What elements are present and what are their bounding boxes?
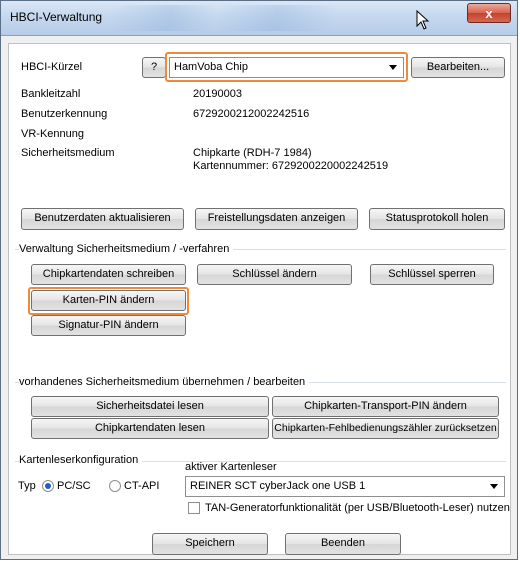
help-button[interactable]: ? bbox=[142, 57, 166, 78]
blz-value: 20190003 bbox=[193, 88, 242, 100]
card-pin-button[interactable]: Karten-PIN ändern bbox=[31, 290, 186, 311]
status-log-button[interactable]: Statusprotokoll holen bbox=[369, 208, 505, 230]
active-reader-select[interactable]: REINER SCT cyberJack one USB 1 bbox=[185, 476, 505, 497]
client-area: HBCI-Kürzel ? HamVoba Chip Bearbeiten...… bbox=[8, 43, 511, 555]
write-chip-button[interactable]: Chipkartendaten schreiben bbox=[31, 264, 186, 285]
save-button[interactable]: Speichern bbox=[152, 533, 268, 555]
active-reader-value: REINER SCT cyberJack one USB 1 bbox=[190, 480, 366, 492]
pcsc-label: PC/SC bbox=[57, 480, 91, 492]
window-title: HBCI-Verwaltung bbox=[10, 10, 103, 24]
edit-button[interactable]: Bearbeiten... bbox=[411, 57, 505, 78]
sign-pin-button[interactable]: Signatur-PIN ändern bbox=[31, 315, 186, 336]
kuerzel-value: HamVoba Chip bbox=[174, 61, 248, 73]
transport-pin-button[interactable]: Chipkarten-Transport-PIN ändern bbox=[272, 396, 499, 417]
active-reader-label: aktiver Kartenleser bbox=[185, 461, 277, 473]
title-bar[interactable]: HBCI-Verwaltung x bbox=[1, 1, 517, 36]
chevron-down-icon bbox=[389, 65, 397, 70]
ctapi-radio[interactable] bbox=[109, 480, 121, 492]
close-button[interactable]: x bbox=[467, 3, 511, 23]
chevron-down-icon bbox=[490, 484, 498, 489]
lock-key-button[interactable]: Schlüssel sperren bbox=[370, 264, 494, 285]
medium-line1: Chipkarte (RDH-7 1984) bbox=[193, 147, 312, 159]
blz-label: Bankleitzahl bbox=[21, 88, 81, 100]
tan-checkbox[interactable] bbox=[188, 502, 200, 514]
quit-button[interactable]: Beenden bbox=[285, 533, 401, 555]
read-file-button[interactable]: Sicherheitsdatei lesen bbox=[31, 396, 269, 417]
update-user-button[interactable]: Benutzerdaten aktualisieren bbox=[21, 208, 184, 230]
kuerzel-label: HBCI-Kürzel bbox=[21, 61, 83, 73]
ctapi-label: CT-API bbox=[124, 480, 160, 492]
kuerzel-select[interactable]: HamVoba Chip bbox=[169, 57, 404, 78]
mouse-cursor-icon bbox=[416, 10, 430, 30]
medium-label: Sicherheitsmedium bbox=[21, 147, 115, 159]
type-label: Typ bbox=[18, 480, 36, 492]
change-key-button[interactable]: Schlüssel ändern bbox=[197, 264, 352, 285]
close-icon: x bbox=[485, 6, 493, 21]
hbci-window: HBCI-Verwaltung x HBCI-Kürzel ? HamVoba … bbox=[0, 0, 518, 560]
reader-group-title: Kartenleserkonfiguration bbox=[19, 454, 143, 466]
reset-error-counter-button[interactable]: Chipkarten-Fehlbedienungszähler zurückse… bbox=[272, 418, 499, 439]
vr-label: VR-Kennung bbox=[21, 128, 84, 140]
admin-group-title: Verwaltung Sicherheitsmedium / -verfahre… bbox=[19, 243, 234, 255]
tan-option-label: TAN-Generatorfunktionalität (per USB/Blu… bbox=[205, 502, 510, 514]
user-label: Benutzerkennung bbox=[21, 108, 108, 120]
show-release-button[interactable]: Freistellungsdaten anzeigen bbox=[195, 208, 358, 230]
user-value: 6729200212002242516 bbox=[193, 108, 310, 120]
existing-group-title: vorhandenes Sicherheitsmedium übernehmen… bbox=[19, 376, 310, 388]
medium-line2: Kartennummer: 6729200220002242519 bbox=[193, 160, 389, 172]
read-chip-button[interactable]: Chipkartendaten lesen bbox=[31, 418, 269, 439]
pcsc-radio[interactable] bbox=[42, 480, 54, 492]
